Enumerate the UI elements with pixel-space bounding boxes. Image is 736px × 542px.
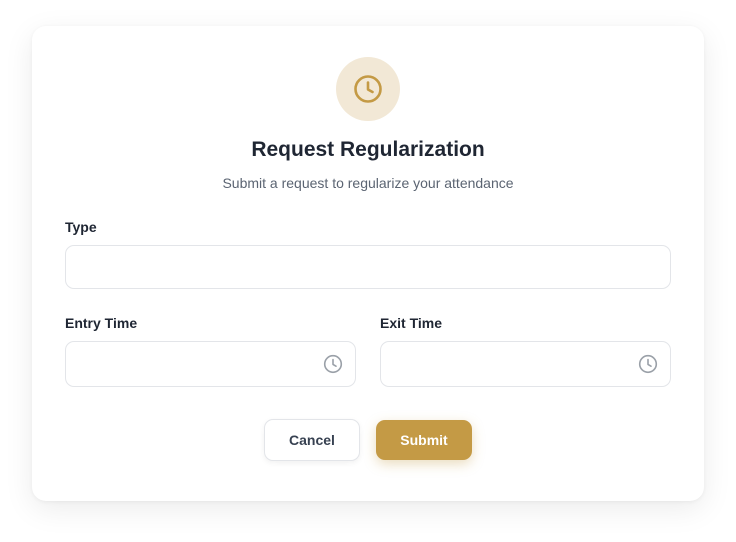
exit-time-label: Exit Time	[380, 315, 442, 331]
exit-time-input[interactable]	[381, 342, 670, 386]
clock-icon	[354, 75, 382, 103]
dialog-subtitle: Submit a request to regularize your atte…	[222, 175, 514, 191]
entry-time-field-container	[65, 341, 356, 387]
dialog-title: Request Regularization	[251, 138, 485, 161]
entry-time-label: Entry Time	[65, 315, 138, 331]
cancel-button[interactable]: Cancel	[264, 419, 360, 461]
type-label: Type	[65, 219, 97, 235]
entry-time-input[interactable]	[66, 342, 355, 386]
clock-icon[interactable]	[323, 354, 343, 374]
submit-button[interactable]: Submit	[376, 420, 472, 460]
clock-icon[interactable]	[638, 354, 658, 374]
header-icon-badge	[336, 57, 400, 121]
exit-time-field-container	[380, 341, 671, 387]
regularization-dialog: Request Regularization Submit a request …	[32, 26, 704, 501]
type-input[interactable]	[66, 246, 670, 288]
type-field-container	[65, 245, 671, 289]
